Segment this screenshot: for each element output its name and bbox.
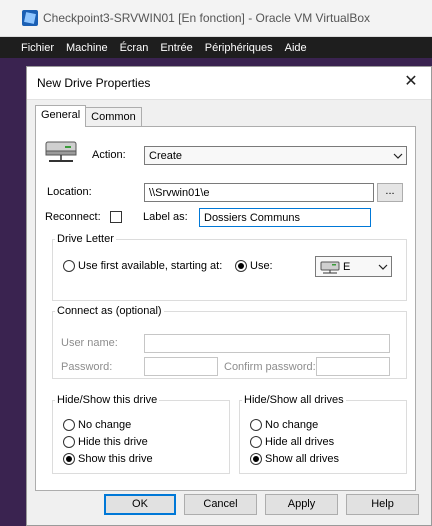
show-this-drive-option[interactable]: Show this drive bbox=[63, 453, 153, 465]
this-no-change-option[interactable]: No change bbox=[63, 419, 131, 431]
ok-button[interactable]: OK bbox=[104, 494, 176, 515]
action-label: Action: bbox=[92, 149, 126, 161]
help-button[interactable]: Help bbox=[346, 494, 419, 515]
tab-common[interactable]: Common bbox=[85, 107, 142, 127]
network-drive-icon bbox=[45, 141, 77, 162]
hide-show-this-drive-title: Hide/Show this drive bbox=[55, 394, 160, 406]
menu-bar: Fichier Machine Écran Entrée Périphériqu… bbox=[0, 37, 432, 58]
drive-letter-title: Drive Letter bbox=[55, 233, 116, 245]
cancel-button[interactable]: Cancel bbox=[184, 494, 257, 515]
menu-fichier[interactable]: Fichier bbox=[21, 42, 54, 54]
use-first-available-option[interactable]: Use first available, starting at: bbox=[63, 260, 222, 272]
all-no-change-radio[interactable] bbox=[250, 419, 262, 431]
dialog-titlebar: New Drive Properties ✕ bbox=[27, 67, 431, 100]
new-drive-properties-dialog: New Drive Properties ✕ General Common Ac… bbox=[26, 66, 432, 526]
show-this-drive-label: Show this drive bbox=[78, 453, 153, 465]
menu-entree[interactable]: Entrée bbox=[160, 42, 192, 54]
action-select[interactable]: Create bbox=[144, 146, 407, 165]
hide-show-all-drives-title: Hide/Show all drives bbox=[242, 394, 346, 406]
browse-button[interactable]: ... bbox=[377, 183, 403, 202]
chevron-down-icon bbox=[375, 261, 391, 273]
tab-general[interactable]: General bbox=[35, 105, 87, 127]
drive-letter-select[interactable]: E bbox=[315, 256, 392, 277]
show-all-drives-label: Show all drives bbox=[265, 453, 339, 465]
use-label: Use: bbox=[250, 260, 273, 272]
all-no-change-option[interactable]: No change bbox=[250, 419, 318, 431]
all-no-change-label: No change bbox=[265, 419, 319, 431]
window-title: Checkpoint3-SRVWIN01 [En fonction] - Ora… bbox=[43, 11, 371, 25]
apply-button[interactable]: Apply bbox=[265, 494, 338, 515]
action-value: Create bbox=[149, 149, 183, 162]
hide-this-drive-option[interactable]: Hide this drive bbox=[63, 436, 148, 448]
chevron-down-icon bbox=[390, 150, 406, 162]
show-this-drive-radio[interactable] bbox=[63, 453, 75, 465]
hide-all-drives-label: Hide all drives bbox=[265, 436, 335, 448]
dialog-title: New Drive Properties bbox=[37, 76, 151, 90]
location-input[interactable]: \\Srvwin01\e bbox=[144, 183, 374, 202]
label-as-value: Dossiers Communs bbox=[204, 211, 300, 224]
hide-this-drive-radio[interactable] bbox=[63, 436, 75, 448]
menu-machine[interactable]: Machine bbox=[66, 42, 108, 54]
drive-letter-value: E bbox=[343, 260, 351, 273]
use-option[interactable]: Use: bbox=[235, 260, 273, 272]
this-no-change-label: No change bbox=[78, 419, 132, 431]
menu-peripheriques[interactable]: Périphériques bbox=[205, 42, 273, 54]
general-tab-panel: Action: Create Location: \\Srvwin01\e ..… bbox=[35, 126, 416, 491]
password-input[interactable] bbox=[144, 357, 218, 376]
use-first-available-label: Use first available, starting at: bbox=[78, 260, 223, 272]
hide-all-drives-radio[interactable] bbox=[250, 436, 262, 448]
use-first-available-radio[interactable] bbox=[63, 260, 75, 272]
this-no-change-radio[interactable] bbox=[63, 419, 75, 431]
location-label: Location: bbox=[47, 186, 92, 198]
drive-icon bbox=[320, 261, 340, 273]
confirm-password-label: Confirm password: bbox=[224, 361, 316, 373]
user-name-input[interactable] bbox=[144, 334, 390, 353]
menu-ecran[interactable]: Écran bbox=[120, 42, 149, 54]
show-all-drives-option[interactable]: Show all drives bbox=[250, 453, 339, 465]
close-icon[interactable]: ✕ bbox=[403, 74, 419, 90]
tab-strip: General Common bbox=[35, 105, 142, 127]
location-value: \\Srvwin01\e bbox=[149, 186, 210, 199]
window-titlebar: Checkpoint3-SRVWIN01 [En fonction] - Ora… bbox=[0, 0, 432, 37]
user-name-label: User name: bbox=[61, 337, 118, 349]
virtualbox-icon bbox=[22, 10, 38, 26]
connect-as-title: Connect as (optional) bbox=[55, 305, 164, 317]
reconnect-label: Reconnect: bbox=[45, 211, 101, 223]
hide-all-drives-option[interactable]: Hide all drives bbox=[250, 436, 334, 448]
hide-this-drive-label: Hide this drive bbox=[78, 436, 148, 448]
password-label: Password: bbox=[61, 361, 113, 373]
show-all-drives-radio[interactable] bbox=[250, 453, 262, 465]
reconnect-checkbox[interactable] bbox=[110, 211, 122, 223]
use-radio[interactable] bbox=[235, 260, 247, 272]
label-as-input[interactable]: Dossiers Communs bbox=[199, 208, 371, 227]
menu-aide[interactable]: Aide bbox=[285, 42, 307, 54]
label-as-label: Label as: bbox=[143, 211, 188, 223]
confirm-password-input[interactable] bbox=[316, 357, 390, 376]
